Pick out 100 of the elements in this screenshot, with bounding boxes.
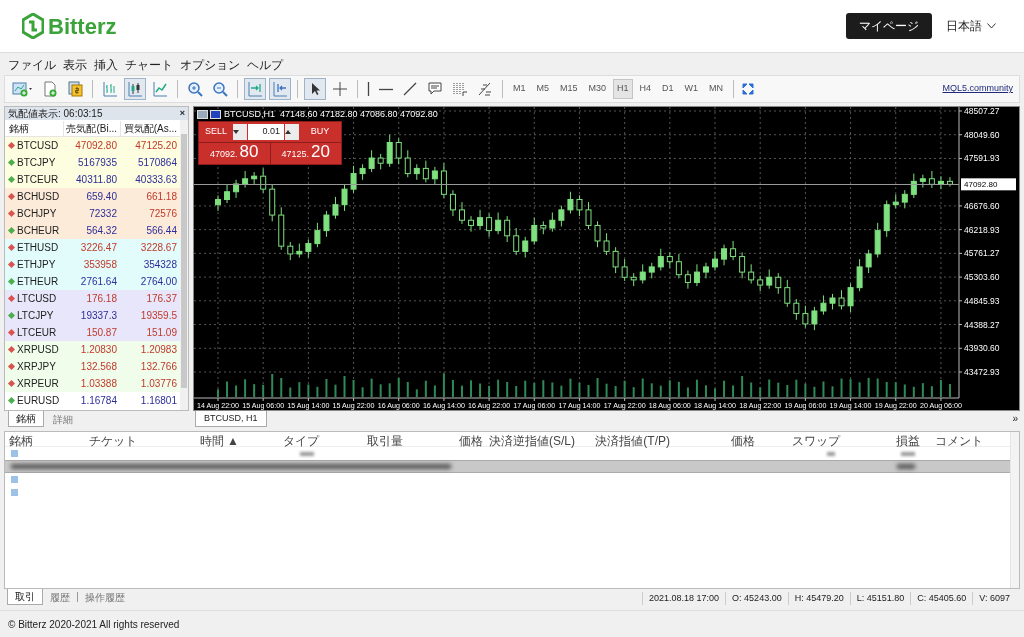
symbol-row[interactable]: BTCUSD 47092.80 47125.20 — [5, 137, 180, 154]
symbol-name: LTCEUR — [17, 326, 57, 340]
chart-tab[interactable]: BTCUSD, H1 — [195, 411, 267, 427]
timeframe-button[interactable]: W1 — [680, 79, 703, 99]
axis-label: 45761.27 — [964, 248, 1000, 259]
brand-name: Bitterz — [48, 12, 117, 41]
column-header[interactable]: 価格 — [673, 432, 758, 450]
axis-label: 48507.27 — [964, 107, 1000, 116]
axis-label: 47591.93 — [964, 153, 1000, 164]
sell-button[interactable]: SELL — [200, 123, 232, 141]
status-text: C: 45405.60 — [910, 591, 973, 606]
symbol-row[interactable]: BTCJPY 5167935 5170864 — [5, 154, 180, 171]
panel-tab[interactable]: 詳細 — [46, 411, 80, 427]
blurred-text — [827, 451, 835, 456]
caret-up-icon — [285, 130, 291, 134]
panel-tab[interactable]: 取引 — [7, 589, 43, 605]
symbol-name: BCHEUR — [17, 224, 60, 238]
chart-plus-icon — [12, 81, 33, 97]
timeframe-button[interactable]: MN — [705, 79, 728, 99]
ask-price: 354328 — [142, 258, 178, 272]
symbol-name: LTCUSD — [17, 292, 57, 306]
symbol-row[interactable]: BCHEUR 564.32 566.44 — [5, 222, 180, 239]
mypage-button[interactable]: マイページ — [846, 13, 932, 39]
ask-price: 47125.20 — [134, 139, 178, 153]
bid-price: 659.40 — [85, 190, 118, 204]
blurred-text — [901, 451, 915, 456]
timeframe-button[interactable]: H4 — [635, 79, 656, 99]
ask-price: 661.18 — [145, 190, 178, 204]
diagonal-line-icon — [402, 81, 418, 97]
column-header[interactable]: 損益 — [843, 432, 923, 450]
sell-price-button[interactable]: 47092.80 — [199, 143, 270, 164]
bid-price: 132.568 — [79, 360, 118, 374]
symbol-row[interactable]: LTCEUR 150.87 151.09 — [5, 324, 180, 341]
ask-price: 566.44 — [145, 224, 178, 238]
symbol-name: BTCEUR — [17, 173, 59, 187]
menu-item[interactable]: 表示 — [63, 55, 87, 74]
menu-item[interactable]: オプション — [180, 55, 240, 74]
panel-title: 気配値表示: 06:03:15 — [8, 108, 103, 119]
column-header[interactable]: コメント — [923, 432, 986, 450]
menu-item[interactable]: チャート — [125, 55, 173, 74]
symbol-name: BTCUSD — [17, 139, 59, 153]
community-link[interactable]: MQL5.community — [942, 82, 1013, 96]
timeframe-button[interactable]: M1 — [509, 79, 530, 99]
symbol-name: BTCJPY — [17, 156, 56, 170]
symbol-row[interactable]: ETHJPY 353958 354328 — [5, 256, 180, 273]
column-header[interactable]: 取引量 — [322, 432, 406, 450]
panel-tab[interactable]: 銘柄 — [8, 411, 44, 427]
symbol-row[interactable]: BCHUSD 659.40 661.18 — [5, 188, 180, 205]
menu-item[interactable]: 挿入 — [94, 55, 118, 74]
axis-label: 43472.93 — [964, 367, 1000, 377]
symbol-row[interactable]: BCHJPY 72332 72576 — [5, 205, 180, 222]
axis-label: 20 Aug 06:00 — [919, 401, 968, 410]
symbol-row[interactable]: XRPEUR 1.03388 1.03776 — [5, 375, 180, 392]
timeframe-button[interactable]: M15 — [556, 79, 582, 99]
symbol-row[interactable]: ETHEUR 2761.64 2764.00 — [5, 273, 180, 290]
bid-price: 19337.3 — [79, 309, 118, 323]
timeframe-button[interactable]: M30 — [584, 79, 611, 99]
language-selector[interactable]: 日本語 — [946, 17, 996, 35]
buy-button[interactable]: BUY — [300, 123, 340, 141]
axis-label: 48049.60 — [964, 129, 1000, 140]
timeframe-button[interactable]: M5 — [532, 79, 554, 99]
decrease-button[interactable] — [233, 124, 247, 140]
symbol-row[interactable]: XRPJPY 132.568 132.766 — [5, 358, 180, 375]
chart-caption: BTCUSD,H1 47148.60 47182.80 47086.80 47092.80 — [224, 108, 438, 121]
column-header[interactable]: 価格 — [406, 432, 486, 450]
symbol-row[interactable]: XRPUSD 1.20830 1.20983 — [5, 341, 180, 358]
column-header[interactable]: 売気配(Bi... — [63, 120, 120, 136]
column-header[interactable]: 時間 ▲ — [157, 432, 242, 450]
toolbar-button[interactable] — [304, 78, 326, 100]
column-header[interactable]: 銘柄 — [5, 432, 85, 450]
timeframe-button[interactable]: H1 — [613, 79, 633, 99]
document-plus-icon — [42, 81, 58, 97]
more-tabs-button[interactable]: » — [1012, 411, 1020, 426]
increase-button[interactable] — [285, 124, 299, 140]
column-header[interactable]: タイプ — [242, 432, 322, 450]
symbol-name: LTCJPY — [17, 309, 54, 323]
column-header[interactable]: 銘柄 — [5, 120, 63, 136]
fibonacci-icon — [477, 81, 493, 97]
scrollbar[interactable] — [1010, 432, 1019, 588]
symbol-name: ETHEUR — [17, 275, 59, 289]
timeframe-button[interactable]: D1 — [658, 79, 678, 99]
menu-item[interactable]: ファイル — [8, 55, 56, 74]
column-header[interactable]: スワップ — [758, 432, 843, 450]
close-button[interactable]: × — [179, 109, 185, 118]
symbol-name: EURUSD — [17, 394, 60, 408]
column-header[interactable]: 決済逆指値(S/L) — [486, 432, 578, 450]
ask-price: 132.766 — [139, 360, 178, 374]
panel-tab[interactable]: 履歴 — [43, 589, 77, 605]
symbol-row[interactable]: LTCJPY 19337.3 19359.5 — [5, 307, 180, 324]
column-header[interactable]: 決済指値(T/P) — [578, 432, 673, 450]
symbol-row[interactable]: LTCUSD 176.18 176.37 — [5, 290, 180, 307]
panel-tab[interactable]: 操作履歴 — [78, 589, 132, 605]
menu-item[interactable]: ヘルプ — [247, 55, 283, 74]
lot-field[interactable]: 0.01 — [248, 124, 284, 140]
symbol-row[interactable]: ETHUSD 3226.47 3228.67 — [5, 239, 180, 256]
buy-price-button[interactable]: 47125.20 — [269, 143, 341, 164]
ask-price: 2764.00 — [139, 275, 178, 289]
symbol-row[interactable]: BTCEUR 40311.80 40333.63 — [5, 171, 180, 188]
column-header[interactable]: チケット — [85, 432, 157, 450]
scrollbar[interactable] — [180, 120, 188, 410]
